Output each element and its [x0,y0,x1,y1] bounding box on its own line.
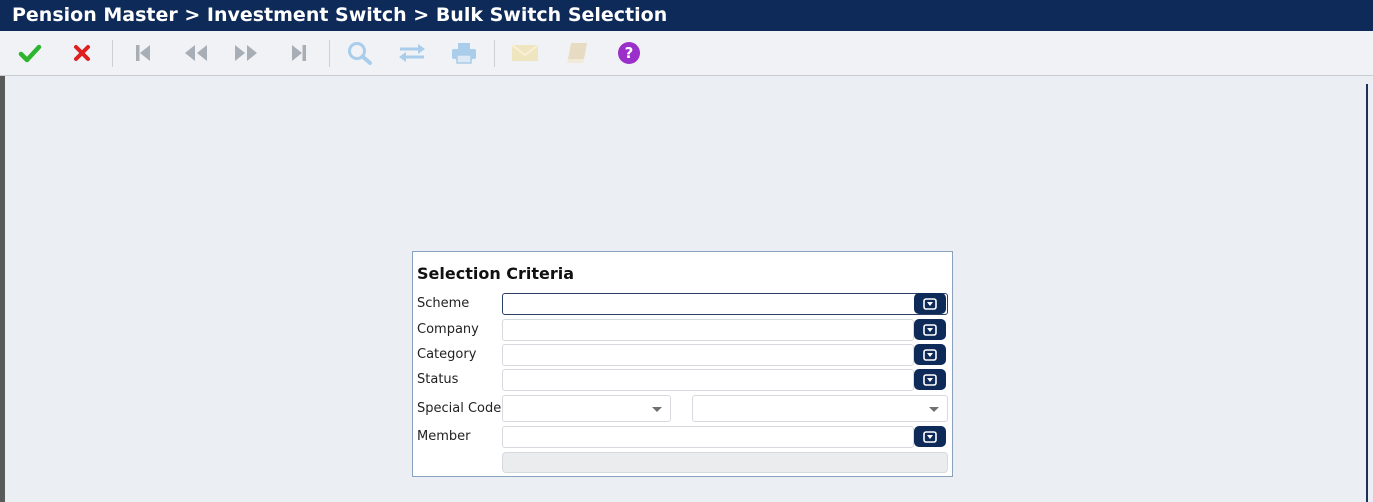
left-edge-bar [0,76,5,502]
previous-record-button[interactable] [181,39,211,67]
breadcrumb: Pension Master > Investment Switch > Bul… [0,0,1373,31]
chevron-down-icon [652,407,662,412]
last-record-icon [292,45,306,61]
member-name-display [502,452,948,473]
book-button[interactable] [562,39,592,67]
toolbar-separator [112,40,113,67]
company-field[interactable] [502,319,914,341]
selection-criteria-panel: Selection Criteria Scheme Company Catego… [412,251,953,477]
search-button[interactable] [345,39,375,67]
scheme-field[interactable] [502,293,948,315]
toolbar-separator [329,40,330,67]
scheme-lookup-button[interactable] [914,293,946,314]
book-icon [567,43,587,63]
category-lookup-button[interactable] [914,344,946,365]
dropdown-box-icon [923,297,937,310]
right-edge-line [1366,84,1368,502]
toolbar-separator [494,40,495,67]
next-record-button[interactable] [231,39,261,67]
switch-button[interactable] [397,39,427,67]
member-label: Member [417,429,471,444]
scheme-label: Scheme [417,296,470,311]
member-field[interactable] [502,426,914,448]
special-code-label: Special Code [417,401,502,416]
first-record-icon [136,45,150,61]
special-code-select-1[interactable] [502,395,671,422]
special-code-select-2[interactable] [692,395,948,422]
next-record-icon [235,45,257,61]
category-field[interactable] [502,344,914,366]
search-icon [348,42,372,65]
toolbar: ? [0,31,1373,76]
company-lookup-button[interactable] [914,319,946,340]
first-record-button[interactable] [128,39,158,67]
x-icon [74,45,90,61]
dropdown-box-icon [923,323,937,336]
previous-record-icon [185,45,207,61]
company-label: Company [417,322,479,337]
status-lookup-button[interactable] [914,369,946,390]
dropdown-box-icon [923,430,937,443]
mail-icon [511,44,539,61]
dropdown-box-icon [923,348,937,361]
mail-button[interactable] [510,39,540,67]
status-field[interactable] [502,369,914,391]
status-label: Status [417,372,459,387]
accept-button[interactable] [15,39,45,67]
member-lookup-button[interactable] [914,426,946,447]
help-button[interactable]: ? [614,39,644,67]
print-button[interactable] [449,39,479,67]
category-label: Category [417,347,477,362]
chevron-down-icon [929,407,939,412]
cancel-button[interactable] [67,39,97,67]
check-icon [18,44,42,63]
panel-title: Selection Criteria [417,264,575,283]
svg-text:?: ? [625,44,634,62]
dropdown-box-icon [923,373,937,386]
swap-icon [399,44,425,62]
help-icon: ? [618,42,640,64]
print-icon [452,43,476,64]
last-record-button[interactable] [284,39,314,67]
